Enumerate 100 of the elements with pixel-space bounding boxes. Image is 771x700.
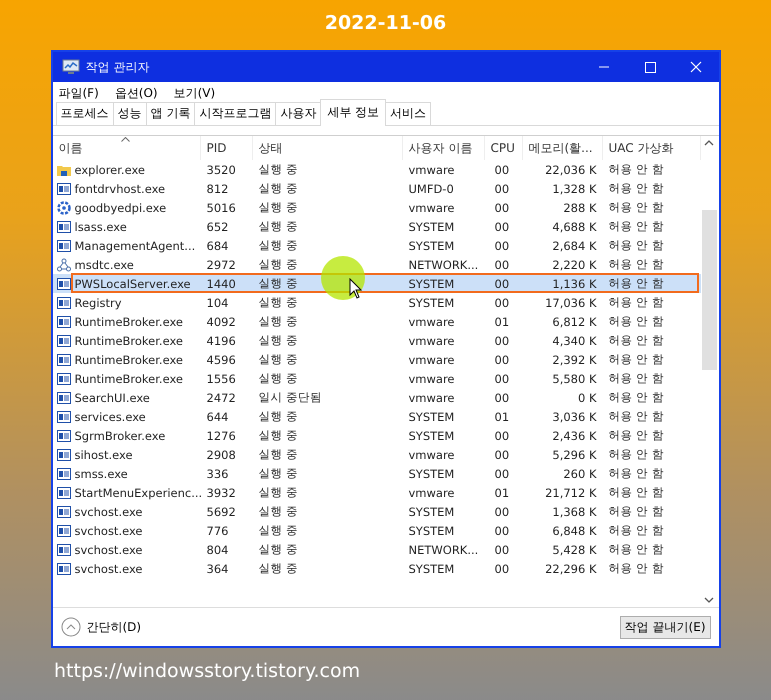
table-cell: 허용 안 함 <box>608 466 664 480</box>
table-cell: 00 <box>494 372 510 386</box>
table-row[interactable]: msdtc.exe 2972 실행 중 NETWORK... 00 2,220 K 허용 안 함 <box>52 255 700 274</box>
window-icon <box>56 468 70 480</box>
table-row[interactable]: fontdrvhost.exe 812 실행 중 UMFD-0 00 1,328 K 허용 안 함 <box>52 179 700 198</box>
table-cell: 허용 안 함 <box>608 371 664 385</box>
table-cell: 00 <box>494 352 510 366</box>
table-row[interactable]: Registry 104 실행 중 SYSTEM 00 17,036 K 허용 안 함 <box>52 293 700 312</box>
table-cell: vmware <box>408 448 455 462</box>
column-header[interactable]: 메모리(활... <box>522 136 602 160</box>
table-row[interactable]: RuntimeBroker.exe 1556 실행 중 vmware 00 5,580 K 허용 안 함 <box>52 369 700 388</box>
table-cell: 5,580 K <box>552 372 596 386</box>
window-icon <box>56 334 70 346</box>
table-cell: 실행 중 <box>258 295 298 309</box>
table-cell: 644 <box>206 410 228 424</box>
column-header[interactable]: 상태 <box>252 136 402 160</box>
table-cell: 실행 중 <box>258 485 298 499</box>
table-row[interactable]: SearchUI.exe 2472 일시 중단됨 vmware 00 0 K 허용 안 함 <box>52 388 700 407</box>
table-cell: 00 <box>494 390 510 404</box>
table-row[interactable]: goodbyedpi.exe 5016 실행 중 vmware 00 288 K 허용 안 함 <box>52 198 700 217</box>
table-cell: 2,392 K <box>552 352 596 366</box>
table-cell: 실행 중 <box>258 257 298 271</box>
table-cell: 실행 중 <box>258 466 298 480</box>
tab[interactable]: 서비스 <box>385 102 432 125</box>
table-cell: 00 <box>494 200 510 214</box>
table-row[interactable]: RuntimeBroker.exe 4596 실행 중 vmware 00 2,392 K 허용 안 함 <box>52 350 700 369</box>
table-row[interactable]: RuntimeBroker.exe 4092 실행 중 vmware 01 6,812 K 허용 안 함 <box>52 312 700 331</box>
table-row[interactable]: smss.exe 336 실행 중 SYSTEM 00 260 K 허용 안 함 <box>52 464 700 483</box>
table-cell: 실행 중 <box>258 428 298 442</box>
table-row[interactable]: StartMenuExperienc... 3932 실행 중 vmware 01 21,712 K 허용 안 함 <box>52 483 700 502</box>
table-cell: 22,036 K <box>545 162 596 176</box>
table-row[interactable]: explorer.exe 3520 실행 중 vmware 00 22,036 K 허용 안 함 <box>52 160 700 179</box>
table-row[interactable]: services.exe 644 실행 중 SYSTEM 01 3,036 K 허용 안 함 <box>52 407 700 426</box>
window-icon <box>56 296 70 308</box>
table-row[interactable]: svchost.exe 776 실행 중 SYSTEM 00 6,848 K 허용 안 함 <box>52 521 700 540</box>
table-row[interactable]: svchost.exe 5692 실행 중 SYSTEM 00 1,368 K 허용 안 함 <box>52 502 700 521</box>
table-cell: 실행 중 <box>258 200 298 214</box>
table-cell: vmware <box>408 372 455 386</box>
date-caption: 2022-11-06 <box>324 11 446 36</box>
scroll-thumb[interactable] <box>702 210 716 370</box>
table-cell: vmware <box>408 162 455 176</box>
table-cell: 2472 <box>206 390 236 404</box>
menu-item[interactable]: 보기(V) <box>174 85 216 103</box>
table-cell: 실행 중 <box>258 542 298 556</box>
table-cell: 일시 중단됨 <box>258 390 322 404</box>
table-cell: 실행 중 <box>258 504 298 518</box>
process-name: lsass.exe <box>74 220 127 234</box>
table-cell: vmware <box>408 486 455 500</box>
table-cell: SYSTEM <box>408 466 454 480</box>
column-header[interactable]: 사용자 이름 <box>402 136 484 160</box>
table-cell: SYSTEM <box>408 296 454 310</box>
table-cell: 실행 중 <box>258 219 298 233</box>
table-row[interactable]: lsass.exe 652 실행 중 SYSTEM 00 4,688 K 허용 안 함 <box>52 217 700 236</box>
table-cell: 2908 <box>206 448 236 462</box>
table-cell: 00 <box>494 504 510 518</box>
tab[interactable]: 세부 정보 <box>320 99 386 126</box>
table-cell: 실행 중 <box>258 181 298 195</box>
cursor-icon <box>348 278 362 300</box>
table-row[interactable]: sihost.exe 2908 실행 중 vmware 00 5,296 K 허용 안 함 <box>52 445 700 464</box>
window-icon <box>56 182 70 194</box>
table-cell: vmware <box>408 390 455 404</box>
table-cell: 허용 안 함 <box>608 295 664 309</box>
table-cell: 00 <box>494 334 510 348</box>
table-cell: 4,340 K <box>552 334 596 348</box>
table-cell: 260 K <box>563 466 596 480</box>
table-cell: 허용 안 함 <box>608 181 664 195</box>
table-cell: SYSTEM <box>408 238 454 252</box>
table-cell: 2,436 K <box>552 428 596 442</box>
process-name: Registry <box>74 296 122 310</box>
table-row[interactable]: SgrmBroker.exe 1276 실행 중 SYSTEM 00 2,436 K 허용 안 함 <box>52 426 700 445</box>
column-header[interactable]: CPU <box>484 136 522 160</box>
column-header[interactable]: UAC 가상화 <box>602 136 700 160</box>
window-icon <box>56 410 70 422</box>
collapse-button[interactable]: 간단히(D) <box>60 617 142 637</box>
process-name: RuntimeBroker.exe <box>74 334 183 348</box>
table-row[interactable]: ManagementAgent... 684 실행 중 SYSTEM 00 2,684 K 허용 안 함 <box>52 236 700 255</box>
table-cell: 허용 안 함 <box>608 561 664 575</box>
table-cell: 허용 안 함 <box>608 542 664 556</box>
table-row[interactable]: svchost.exe 804 실행 중 NETWORK... 00 5,428 K 허용 안 함 <box>52 540 700 559</box>
menu-item[interactable]: 옵션(O) <box>114 85 158 103</box>
table-cell: 00 <box>494 220 510 234</box>
table-cell: 실행 중 <box>258 238 298 252</box>
menu-item[interactable]: 파일(F) <box>58 85 99 103</box>
table-cell: vmware <box>408 200 455 214</box>
table-cell: 1,368 K <box>552 504 596 518</box>
column-header[interactable]: 이름 <box>52 136 200 160</box>
table-cell: SYSTEM <box>408 562 454 576</box>
table-cell: 실행 중 <box>258 447 298 461</box>
tab[interactable]: 프로세스 <box>56 102 114 125</box>
table-row[interactable]: RuntimeBroker.exe 4196 실행 중 vmware 00 4,340 K 허용 안 함 <box>52 331 700 350</box>
table-cell: 4092 <box>206 314 236 328</box>
window-icon <box>56 430 70 442</box>
table-cell: 6,848 K <box>552 524 596 538</box>
chevron-up-icon <box>60 617 80 637</box>
process-name: RuntimeBroker.exe <box>74 352 183 366</box>
table-row[interactable]: svchost.exe 364 실행 중 SYSTEM 00 22,296 K 허용 안 함 <box>52 559 700 578</box>
process-name: svchost.exe <box>74 562 143 576</box>
table-cell: 허용 안 함 <box>608 333 664 347</box>
end-task-button[interactable]: 작업 끝내기(E) <box>620 616 710 638</box>
column-header[interactable]: PID <box>200 136 252 160</box>
